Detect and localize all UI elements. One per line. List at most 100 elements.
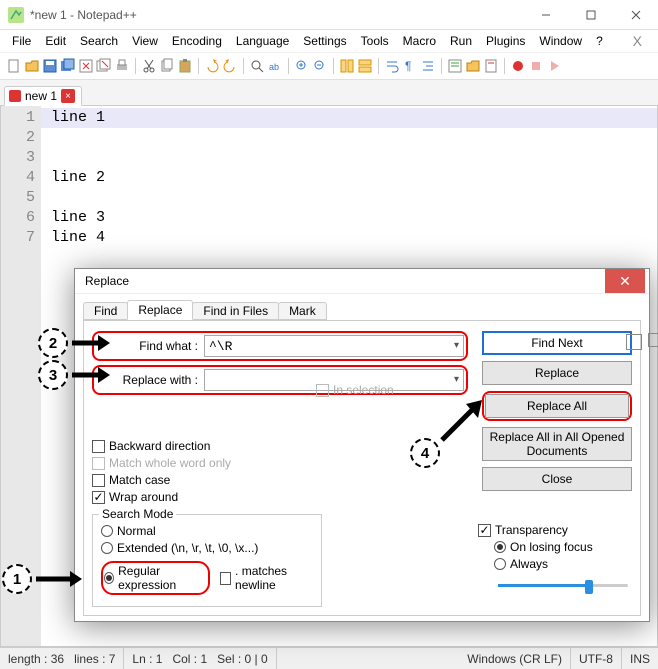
- search-mode-group: Search Mode Normal Extended (\n, \r, \t,…: [92, 514, 322, 607]
- tab-mark[interactable]: Mark: [278, 302, 327, 320]
- save-all-icon[interactable]: [60, 58, 76, 74]
- transp-always[interactable]: Always: [494, 557, 628, 571]
- in-selection-check: In selection: [316, 383, 394, 397]
- record-macro-icon[interactable]: [510, 58, 526, 74]
- dropdown-arrow-icon[interactable]: ▾: [454, 340, 459, 352]
- checkmark-icon: ✓: [92, 491, 105, 504]
- save-icon[interactable]: [42, 58, 58, 74]
- callout-4: 4: [410, 438, 440, 468]
- tab-find-in-files[interactable]: Find in Files: [192, 302, 279, 320]
- dialog-tabs: Find Replace Find in Files Mark: [83, 300, 641, 320]
- app-icon: [8, 7, 24, 23]
- replace-all-opened-button[interactable]: Replace All in All Opened Documents: [482, 427, 632, 461]
- filetab-strip: new 1 ×: [0, 80, 658, 106]
- menubar: File Edit Search View Encoding Language …: [0, 30, 658, 52]
- zoom-in-icon[interactable]: [294, 58, 310, 74]
- menu-encoding[interactable]: Encoding: [166, 32, 228, 50]
- transp-on-losing-focus[interactable]: On losing focus: [494, 540, 628, 554]
- paste-icon[interactable]: [177, 58, 193, 74]
- menu-plugins[interactable]: Plugins: [480, 32, 531, 50]
- filetab-label: new 1: [25, 89, 57, 103]
- menubar-close-icon[interactable]: X: [623, 33, 652, 49]
- indent-icon[interactable]: [420, 58, 436, 74]
- close-all-icon[interactable]: [96, 58, 112, 74]
- menu-language[interactable]: Language: [230, 32, 295, 50]
- svg-text:ab: ab: [269, 62, 279, 72]
- close-button[interactable]: [613, 0, 658, 29]
- close-file-icon[interactable]: [78, 58, 94, 74]
- dialog-titlebar: Replace ✕: [75, 269, 649, 294]
- statusbar: length : 36 lines : 7 Ln : 1 Col : 1 Sel…: [0, 647, 658, 669]
- dialog-body: Find what : ^\R▾ Replace with : ▾ In sel…: [83, 320, 641, 616]
- filetab-close-icon[interactable]: ×: [61, 89, 75, 103]
- menu-settings[interactable]: Settings: [297, 32, 352, 50]
- transparency-slider[interactable]: [498, 575, 628, 595]
- menu-macro[interactable]: Macro: [397, 32, 442, 50]
- mode-extended[interactable]: Extended (\n, \r, \t, \0, \x...): [101, 541, 313, 555]
- sync-v-icon[interactable]: [339, 58, 355, 74]
- menu-edit[interactable]: Edit: [39, 32, 72, 50]
- doc-map-icon[interactable]: [483, 58, 499, 74]
- maximize-button[interactable]: [568, 0, 613, 29]
- print-icon[interactable]: [114, 58, 130, 74]
- transparency-toggle[interactable]: ✓Transparency: [478, 523, 628, 537]
- titlebar: *new 1 - Notepad++: [0, 0, 658, 30]
- mode-normal[interactable]: Normal: [101, 524, 313, 538]
- replace-dialog: Replace ✕ Find Replace Find in Files Mar…: [74, 268, 650, 622]
- menu-search[interactable]: Search: [74, 32, 124, 50]
- replace-button[interactable]: Replace: [482, 361, 632, 385]
- find-next-button[interactable]: Find Next: [482, 331, 632, 355]
- callout-2: 2: [38, 328, 110, 358]
- find-what-input[interactable]: ^\R▾: [204, 335, 464, 357]
- sync-h-icon[interactable]: [357, 58, 373, 74]
- replace-with-label: Replace with :: [96, 373, 204, 387]
- menu-help[interactable]: ?: [590, 32, 609, 50]
- dialog-close-button[interactable]: ✕: [605, 269, 645, 293]
- find-what-label: Find what :: [96, 339, 204, 353]
- callout-3: 3: [38, 360, 110, 390]
- minimize-button[interactable]: [523, 0, 568, 29]
- play-macro-icon[interactable]: [546, 58, 562, 74]
- status-ins[interactable]: INS: [622, 648, 658, 669]
- cut-icon[interactable]: [141, 58, 157, 74]
- menu-file[interactable]: File: [6, 32, 37, 50]
- modified-indicator-icon: [9, 90, 21, 102]
- wordwrap-icon[interactable]: [384, 58, 400, 74]
- filetab-new1[interactable]: new 1 ×: [4, 86, 82, 106]
- tab-replace[interactable]: Replace: [127, 300, 193, 320]
- menu-window[interactable]: Window: [533, 32, 588, 50]
- show-all-chars-icon[interactable]: ¶: [402, 58, 418, 74]
- replace-icon[interactable]: ab: [267, 58, 283, 74]
- search-mode-legend: Search Mode: [99, 507, 176, 521]
- status-length: length : 36 lines : 7: [0, 648, 124, 669]
- new-file-icon[interactable]: [6, 58, 22, 74]
- status-eol[interactable]: Windows (CR LF): [459, 648, 571, 669]
- open-file-icon[interactable]: [24, 58, 40, 74]
- undo-icon[interactable]: [204, 58, 220, 74]
- folder-icon[interactable]: [465, 58, 481, 74]
- toolbar: ab ¶: [0, 52, 658, 80]
- mode-regex[interactable]: Regular expression: [101, 561, 210, 595]
- status-encoding[interactable]: UTF-8: [571, 648, 622, 669]
- replace-all-button[interactable]: Replace All: [485, 394, 629, 418]
- menu-tools[interactable]: Tools: [355, 32, 395, 50]
- func-list-icon[interactable]: [447, 58, 463, 74]
- dropdown-arrow-icon[interactable]: ▾: [454, 374, 459, 386]
- copy-icon[interactable]: [159, 58, 175, 74]
- find-next-wrap-checkbox[interactable]: [648, 333, 658, 347]
- window-title: *new 1 - Notepad++: [30, 8, 523, 22]
- dialog-title: Replace: [85, 274, 129, 288]
- redo-icon[interactable]: [222, 58, 238, 74]
- transparency-group: ✓Transparency On losing focus Always: [478, 520, 628, 595]
- menu-run[interactable]: Run: [444, 32, 478, 50]
- zoom-out-icon[interactable]: [312, 58, 328, 74]
- opt-wrap-around[interactable]: ✓Wrap around: [92, 490, 632, 504]
- close-dialog-button[interactable]: Close: [482, 467, 632, 491]
- menu-view[interactable]: View: [126, 32, 164, 50]
- opt-dot-newline[interactable]: . matches newline: [220, 564, 313, 592]
- find-icon[interactable]: [249, 58, 265, 74]
- status-caret: Ln : 1 Col : 1 Sel : 0 | 0: [124, 648, 276, 669]
- tab-find[interactable]: Find: [83, 302, 128, 320]
- callout-1: 1: [2, 564, 82, 594]
- stop-macro-icon[interactable]: [528, 58, 544, 74]
